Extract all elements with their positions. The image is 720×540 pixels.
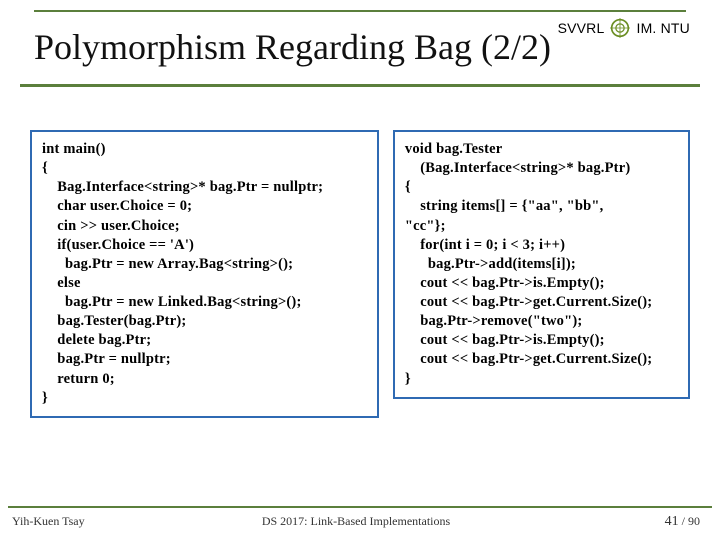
slide: SVVRL IM. NTU Polymorphism Regarding Bag… (0, 0, 720, 540)
footer-pages: 41 / 90 (665, 514, 700, 530)
page-current: 41 (665, 514, 679, 529)
page-total: 90 (688, 514, 700, 528)
code-left: int main() { Bag.Interface<string>* bag.… (42, 140, 367, 408)
brand: SVVRL IM. NTU (558, 18, 690, 38)
code-row: int main() { Bag.Interface<string>* bag.… (30, 130, 690, 418)
footer-course: DS 2017: Link-Based Implementations (12, 514, 700, 529)
top-rule (34, 10, 686, 12)
title-rule (20, 84, 700, 87)
code-box-left: int main() { Bag.Interface<string>* bag.… (30, 130, 379, 418)
brand-right: IM. NTU (636, 20, 690, 36)
code-box-right: void bag.Tester (Bag.Interface<string>* … (393, 130, 690, 399)
brand-left: SVVRL (558, 20, 605, 36)
logo-icon (610, 18, 630, 38)
page-title: Polymorphism Regarding Bag (2/2) (34, 28, 551, 68)
bottom-rule (8, 506, 712, 508)
footer-author: Yih-Kuen Tsay (12, 514, 85, 529)
page-sep: / (679, 514, 688, 528)
code-right: void bag.Tester (Bag.Interface<string>* … (405, 140, 678, 389)
footer: Yih-Kuen Tsay DS 2017: Link-Based Implem… (12, 514, 700, 530)
